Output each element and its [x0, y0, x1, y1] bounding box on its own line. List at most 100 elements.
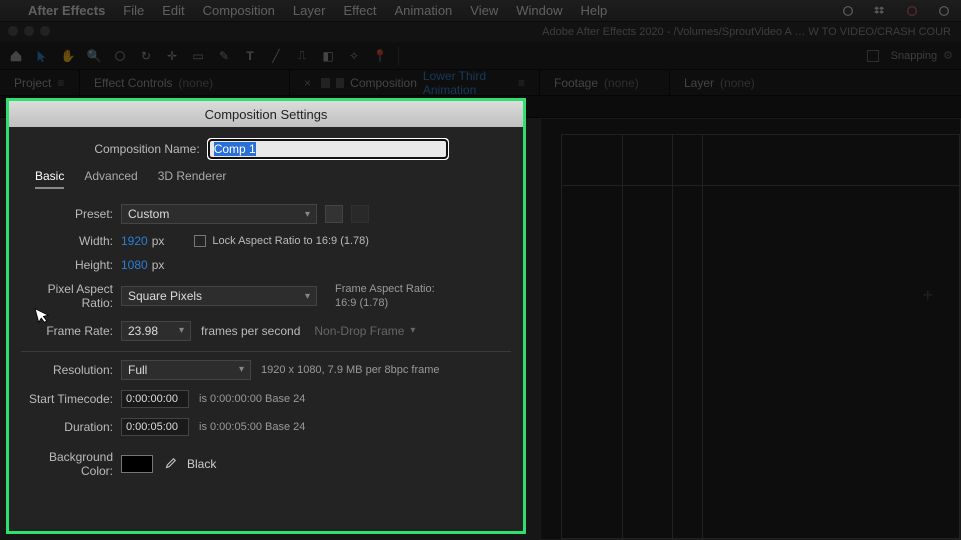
rect-tool-icon[interactable]: ▭ [190, 48, 206, 64]
menu-window[interactable]: Window [516, 3, 562, 18]
menu-file[interactable]: File [123, 3, 144, 18]
chevron-down-icon: ▾ [239, 364, 244, 375]
resolution-hint: 1920 x 1080, 7.9 MB per 8bpc frame [261, 364, 440, 376]
window-titlebar: Adobe After Effects 2020 - /Volumes/Spro… [0, 22, 961, 42]
panel-footage-label: Footage [554, 76, 598, 90]
panel-effect-none: (none) [178, 76, 213, 90]
rotate-tool-icon[interactable]: ↻ [138, 48, 154, 64]
zoom-tool-icon[interactable]: 🔍 [86, 48, 102, 64]
composition-settings-dialog: Composition Settings Composition Name: B… [6, 98, 526, 534]
status-icon-1[interactable] [841, 4, 855, 18]
chevron-down-icon: ▾ [410, 325, 415, 336]
panel-effect-label: Effect Controls [94, 76, 172, 90]
lock-aspect-checkbox[interactable] [194, 235, 206, 247]
snapping-options-icon[interactable]: ⚙ [943, 49, 953, 62]
duration-input[interactable] [121, 418, 189, 436]
frame-rate-value: 23.98 [128, 324, 158, 338]
dialog-title-text: Composition Settings [205, 107, 328, 122]
brush-tool-icon[interactable]: ╱ [268, 48, 284, 64]
panel-footage-none: (none) [604, 76, 639, 90]
anchor-tool-icon[interactable]: ✛ [164, 48, 180, 64]
tab-3d-renderer[interactable]: 3D Renderer [158, 169, 227, 189]
panel-layer-label: Layer [684, 76, 714, 90]
chevron-down-icon: ▾ [305, 209, 310, 220]
preset-select[interactable]: Custom ▾ [121, 204, 317, 224]
bg-color-label: Background Color: [21, 450, 121, 478]
traffic-zoom-icon[interactable] [40, 26, 50, 36]
panel-effect-controls[interactable]: Effect Controls (none) [80, 70, 290, 95]
panel-project[interactable]: Project ≡ [0, 70, 80, 95]
clone-tool-icon[interactable]: ⎍ [294, 48, 310, 64]
traffic-close-icon[interactable] [8, 26, 18, 36]
width-value[interactable]: 1920 [121, 234, 148, 248]
window-title-text: Adobe After Effects 2020 - /Volumes/Spro… [542, 26, 951, 38]
preset-label: Preset: [21, 207, 121, 221]
menu-composition[interactable]: Composition [203, 3, 275, 18]
mac-menubar: After Effects File Edit Composition Laye… [0, 0, 961, 22]
resolution-label: Resolution: [21, 363, 121, 377]
height-unit: px [152, 258, 165, 272]
resolution-select[interactable]: Full ▾ [121, 360, 251, 380]
panel-footage[interactable]: Footage (none) [540, 70, 670, 95]
type-tool-icon[interactable]: T [242, 48, 258, 64]
status-icon-2[interactable] [905, 4, 919, 18]
menu-view[interactable]: View [470, 3, 498, 18]
hand-tool-icon[interactable]: ✋ [60, 48, 76, 64]
panel-tabs: Project ≡ Effect Controls (none) × Compo… [0, 70, 961, 96]
snapping-checkbox[interactable] [867, 50, 879, 62]
chevron-down-icon: ▾ [179, 325, 184, 336]
menu-effect[interactable]: Effect [343, 3, 376, 18]
bg-color-swatch[interactable] [121, 455, 153, 473]
width-unit: px [152, 234, 165, 248]
comp-name-input[interactable] [208, 139, 448, 159]
par-select[interactable]: Square Pixels ▾ [121, 286, 317, 306]
traffic-min-icon[interactable] [24, 26, 34, 36]
tab-basic[interactable]: Basic [35, 169, 64, 189]
comp-name-label: Composition Name: [94, 142, 207, 156]
par-value: Square Pixels [128, 289, 202, 303]
puppet-tool-icon[interactable]: 📍 [372, 48, 388, 64]
selection-tool-icon[interactable] [34, 48, 50, 64]
home-icon[interactable] [8, 48, 24, 64]
composition-viewer[interactable]: + [540, 118, 961, 540]
app-name[interactable]: After Effects [28, 3, 105, 18]
dropbox-icon[interactable] [873, 4, 887, 18]
save-preset-button[interactable] [325, 205, 343, 223]
frame-rate-unit: frames per second [201, 324, 300, 338]
par-label: Pixel Aspect Ratio: [21, 282, 121, 310]
center-cross-icon: + [922, 285, 933, 306]
menu-edit[interactable]: Edit [162, 3, 184, 18]
frame-aspect-value: 16:9 (1.78) [335, 296, 435, 310]
frame-rate-input[interactable]: 23.98 ▾ [121, 321, 191, 341]
start-timecode-input[interactable] [121, 390, 189, 408]
delete-preset-button [351, 205, 369, 223]
status-icon-3[interactable] [937, 4, 951, 18]
panel-layer-none: (none) [720, 76, 755, 90]
tab-advanced[interactable]: Advanced [84, 169, 137, 189]
preset-value: Custom [128, 207, 169, 221]
start-timecode-label: Start Timecode: [21, 392, 121, 406]
menu-animation[interactable]: Animation [394, 3, 452, 18]
duration-label: Duration: [21, 420, 121, 434]
panel-menu-icon[interactable]: ≡ [57, 76, 64, 90]
panel-composition-link[interactable]: Lower Third Animation [423, 69, 508, 97]
roto-tool-icon[interactable]: ✧ [346, 48, 362, 64]
resolution-value: Full [128, 363, 147, 377]
eraser-tool-icon[interactable]: ◧ [320, 48, 336, 64]
duration-hint: is 0:00:05:00 Base 24 [199, 421, 305, 433]
panel-layer[interactable]: Layer (none) [670, 70, 769, 95]
height-value[interactable]: 1080 [121, 258, 148, 272]
width-label: Width: [21, 234, 121, 248]
bg-color-name: Black [187, 457, 216, 471]
orbit-tool-icon[interactable] [112, 48, 128, 64]
dialog-titlebar[interactable]: Composition Settings [9, 101, 523, 127]
menu-layer[interactable]: Layer [293, 3, 326, 18]
pen-tool-icon[interactable]: ✎ [216, 48, 232, 64]
panel-composition-label: Composition [350, 76, 417, 90]
panel-composition[interactable]: × Composition Lower Third Animation ≡ [290, 70, 540, 95]
menu-help[interactable]: Help [580, 3, 607, 18]
snapping-label: Snapping [891, 50, 938, 62]
eyedropper-icon[interactable] [163, 457, 177, 471]
panel-project-label: Project [14, 76, 51, 90]
panel-menu-icon[interactable]: ≡ [518, 76, 525, 90]
